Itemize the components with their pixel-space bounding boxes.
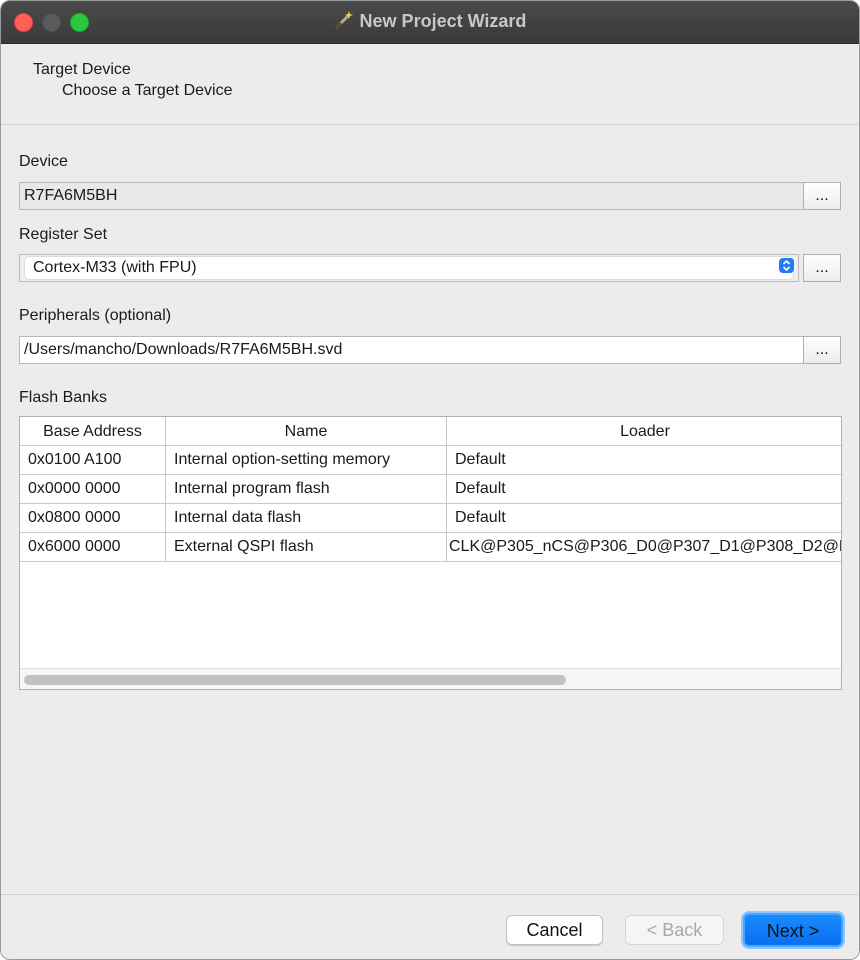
wizard-window: New Project Wizard Target Device Choose … bbox=[0, 0, 860, 960]
column-header-loader[interactable]: Loader bbox=[447, 417, 841, 446]
loader-cell: Default bbox=[455, 509, 506, 526]
peripherals-path-input[interactable]: /Users/mancho/Downloads/R7FA6M5BH.svd bbox=[19, 336, 804, 364]
page-title: Target Device bbox=[33, 61, 131, 78]
base-address-cell: 0x0100 A100 bbox=[20, 446, 166, 474]
horizontal-scrollbar[interactable] bbox=[20, 668, 841, 689]
scrollbar-thumb[interactable] bbox=[24, 675, 566, 685]
device-field[interactable]: R7FA6M5BH bbox=[19, 182, 804, 210]
table-row[interactable]: 0x0000 0000 Internal program flash Defau… bbox=[20, 475, 841, 504]
cancel-button[interactable]: Cancel bbox=[506, 915, 603, 945]
name-cell: Internal option-setting memory bbox=[166, 446, 447, 474]
device-browse-button[interactable]: ... bbox=[803, 182, 841, 210]
wand-icon bbox=[335, 11, 353, 29]
flash-banks-label: Flash Banks bbox=[19, 389, 108, 406]
device-label: Device bbox=[19, 153, 68, 170]
loader-cell: Default bbox=[455, 480, 506, 497]
name-cell: External QSPI flash bbox=[166, 533, 447, 561]
select-arrows-icon bbox=[779, 258, 794, 273]
peripherals-label: Peripherals (optional) bbox=[19, 307, 172, 324]
window-title-text: New Project Wizard bbox=[359, 11, 527, 31]
wizard-footer: Cancel < Back Next > bbox=[1, 894, 859, 959]
register-set-select[interactable]: Cortex-M33 (with FPU) bbox=[19, 254, 799, 282]
register-set-label: Register Set bbox=[19, 226, 108, 243]
table-row[interactable]: 0x0800 0000 Internal data flash Default bbox=[20, 504, 841, 533]
title-bar[interactable]: New Project Wizard bbox=[1, 1, 859, 44]
column-header-base-address[interactable]: Base Address bbox=[20, 417, 166, 446]
column-header-name[interactable]: Name bbox=[166, 417, 447, 446]
next-button[interactable]: Next > bbox=[743, 913, 843, 947]
table-row[interactable]: 0x0100 A100 Internal option-setting memo… bbox=[20, 446, 841, 475]
wizard-header: Target Device Choose a Target Device bbox=[1, 44, 859, 125]
register-set-value: Cortex-M33 (with FPU) bbox=[25, 257, 793, 279]
base-address-cell: 0x6000 0000 bbox=[20, 533, 166, 561]
back-button[interactable]: < Back bbox=[625, 915, 724, 945]
table-row[interactable]: 0x6000 0000 External QSPI flash CLK@P305… bbox=[20, 533, 842, 562]
name-cell: Internal data flash bbox=[166, 504, 447, 532]
loader-cell: Default bbox=[455, 451, 506, 468]
window-title: New Project Wizard bbox=[1, 10, 859, 32]
page-subtitle: Choose a Target Device bbox=[62, 82, 233, 99]
base-address-cell: 0x0800 0000 bbox=[20, 504, 166, 532]
name-cell: Internal program flash bbox=[166, 475, 447, 503]
peripherals-browse-button[interactable]: ... bbox=[803, 336, 841, 364]
base-address-cell: 0x0000 0000 bbox=[20, 475, 166, 503]
flash-banks-table[interactable]: Base Address Name Loader 0x0100 A100 Int… bbox=[19, 416, 842, 690]
register-set-browse-button[interactable]: ... bbox=[803, 254, 841, 282]
loader-cell: CLK@P305_nCS@P306_D0@P307_D1@P308_D2@P3 bbox=[449, 538, 842, 555]
